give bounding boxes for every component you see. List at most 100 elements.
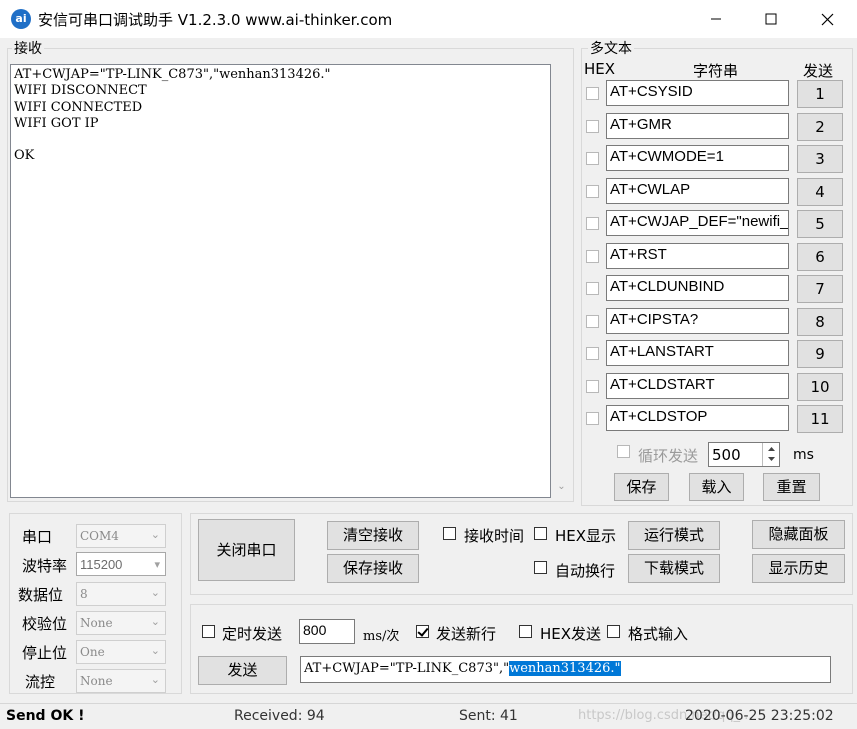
- multi-hex-checkbox[interactable]: [586, 152, 599, 165]
- multi-send-button[interactable]: 7: [797, 275, 843, 303]
- multi-command-input[interactable]: AT+CWLAP: [606, 178, 789, 204]
- minimize-button[interactable]: [688, 0, 743, 38]
- title-bar: ai 安信可串口调试助手 V1.2.3.0 www.ai-thinker.com: [0, 0, 857, 38]
- run-mode-button[interactable]: 运行模式: [628, 521, 720, 550]
- send-input[interactable]: AT+CWJAP="TP-LINK_C873","wenhan313426.": [300, 656, 831, 683]
- multi-hex-checkbox[interactable]: [586, 347, 599, 360]
- multi-send-button[interactable]: 8: [797, 308, 843, 336]
- download-mode-button[interactable]: 下载模式: [628, 554, 720, 583]
- receive-scrollbar[interactable]: ⌄: [553, 64, 570, 498]
- loop-send-checkbox[interactable]: [617, 445, 630, 458]
- multi-hex-checkbox[interactable]: [586, 282, 599, 295]
- multi-hex-checkbox[interactable]: [586, 185, 599, 198]
- send-button[interactable]: 发送: [198, 656, 287, 685]
- multi-send-button[interactable]: 6: [797, 243, 843, 271]
- multi-command-input[interactable]: AT+LANSTART: [606, 340, 789, 366]
- multi-hex-checkbox[interactable]: [586, 87, 599, 100]
- parity-select[interactable]: None ⌄: [76, 611, 166, 635]
- hex-display-label: HEX显示: [555, 527, 617, 545]
- send-input-text: AT+CWJAP="TP-LINK_C873",": [304, 661, 510, 676]
- string-column-header: 字符串: [693, 62, 739, 80]
- flow-control-label: 流控: [25, 673, 56, 691]
- multi-command-input[interactable]: AT+CLDSTOP: [606, 405, 789, 431]
- close-button[interactable]: [800, 0, 855, 38]
- multi-hex-checkbox[interactable]: [586, 120, 599, 133]
- multi-hex-checkbox[interactable]: [586, 250, 599, 263]
- multi-hex-checkbox[interactable]: [586, 217, 599, 230]
- timed-send-checkbox[interactable]: [202, 625, 215, 638]
- multi-command-input[interactable]: AT+GMR: [606, 113, 789, 139]
- multi-send-button[interactable]: 4: [797, 178, 843, 206]
- baud-select[interactable]: 115200 ▾: [76, 552, 166, 576]
- multi-hex-checkbox[interactable]: [586, 412, 599, 425]
- status-received: Received: 94: [234, 708, 325, 724]
- flow-control-select[interactable]: None ⌄: [76, 669, 166, 693]
- load-multi-button[interactable]: 载入: [689, 473, 744, 501]
- send-input-selection: wenhan313426.": [509, 661, 621, 676]
- multi-send-button[interactable]: 9: [797, 340, 843, 368]
- auto-wrap-checkbox[interactable]: [534, 561, 547, 574]
- multi-hex-checkbox[interactable]: [586, 315, 599, 328]
- multi-send-button[interactable]: 3: [797, 145, 843, 173]
- spin-up-icon[interactable]: [763, 443, 780, 454]
- receive-textarea[interactable]: AT+CWJAP="TP-LINK_C873","wenhan313426." …: [10, 64, 551, 498]
- multi-send-button[interactable]: 10: [797, 373, 843, 401]
- reset-multi-button[interactable]: 重置: [763, 473, 820, 501]
- app-logo-icon: ai: [11, 9, 31, 29]
- multi-command-input[interactable]: AT+CSYSID: [606, 80, 789, 106]
- parity-value: None: [80, 616, 113, 630]
- data-bits-label: 数据位: [18, 586, 64, 604]
- spinner-buttons[interactable]: [762, 443, 779, 466]
- interval-input[interactable]: 800: [299, 619, 355, 644]
- multi-command-input[interactable]: AT+CWMODE=1: [606, 145, 789, 171]
- status-sent: Sent: 41: [459, 708, 518, 724]
- multi-send-button[interactable]: 2: [797, 113, 843, 141]
- format-input-checkbox[interactable]: [607, 625, 620, 638]
- chevron-down-icon: ⌄: [150, 673, 160, 686]
- multi-command-input[interactable]: AT+CLDUNBIND: [606, 275, 789, 301]
- close-port-button[interactable]: 关闭串口: [198, 519, 295, 581]
- multi-text-label: 多文本: [588, 41, 634, 57]
- multi-send-button[interactable]: 1: [797, 80, 843, 108]
- maximize-button[interactable]: [743, 0, 798, 38]
- show-history-button[interactable]: 显示历史: [752, 554, 845, 583]
- clear-receive-button[interactable]: 清空接收: [327, 521, 419, 550]
- stop-bits-value: One: [80, 645, 105, 659]
- multi-command-input[interactable]: AT+RST: [606, 243, 789, 269]
- chevron-down-icon: ⌄: [150, 586, 160, 599]
- multi-send-button[interactable]: 5: [797, 210, 843, 238]
- timed-send-label: 定时发送: [222, 625, 283, 643]
- hex-send-checkbox[interactable]: [519, 625, 532, 638]
- multi-command-input[interactable]: AT+CWJAP_DEF="newifi_: [606, 210, 789, 236]
- loop-interval-spinner[interactable]: 500: [708, 442, 780, 467]
- multi-send-button[interactable]: 11: [797, 405, 843, 433]
- send-newline-checkbox[interactable]: [416, 625, 429, 638]
- send-column-header: 发送: [803, 62, 834, 80]
- chevron-down-icon: ⌄: [150, 615, 160, 628]
- hex-column-header: HEX: [584, 60, 616, 78]
- multi-command-input[interactable]: AT+CIPSTA?: [606, 308, 789, 334]
- chevron-down-icon: ⌄: [150, 644, 160, 657]
- multi-command-input[interactable]: AT+CLDSTART: [606, 373, 789, 399]
- hex-display-checkbox[interactable]: [534, 527, 547, 540]
- interval-unit-label: ms/次: [363, 629, 400, 644]
- status-result: Send OK !: [6, 708, 85, 724]
- receive-time-checkbox[interactable]: [443, 527, 456, 540]
- stop-bits-select[interactable]: One ⌄: [76, 640, 166, 664]
- window-title: 安信可串口调试助手 V1.2.3.0 www.ai-thinker.com: [38, 11, 393, 29]
- loop-send-label: 循环发送: [638, 447, 699, 465]
- multi-hex-checkbox[interactable]: [586, 380, 599, 393]
- port-select[interactable]: COM4 ⌄: [76, 524, 166, 548]
- save-multi-button[interactable]: 保存: [614, 473, 669, 501]
- close-icon: [821, 13, 834, 25]
- hide-panel-button[interactable]: 隐藏面板: [752, 520, 845, 549]
- data-bits-select[interactable]: 8 ⌄: [76, 582, 166, 606]
- loop-unit-label: ms: [793, 447, 814, 463]
- save-receive-button[interactable]: 保存接收: [327, 554, 419, 583]
- port-value: COM4: [80, 529, 119, 543]
- status-datetime: 2020-06-25 23:25:02: [685, 708, 834, 724]
- stop-bits-label: 停止位: [22, 644, 68, 662]
- spin-down-icon[interactable]: [763, 454, 780, 465]
- baud-label: 波特率: [22, 557, 68, 575]
- scroll-down-icon[interactable]: ⌄: [553, 478, 570, 496]
